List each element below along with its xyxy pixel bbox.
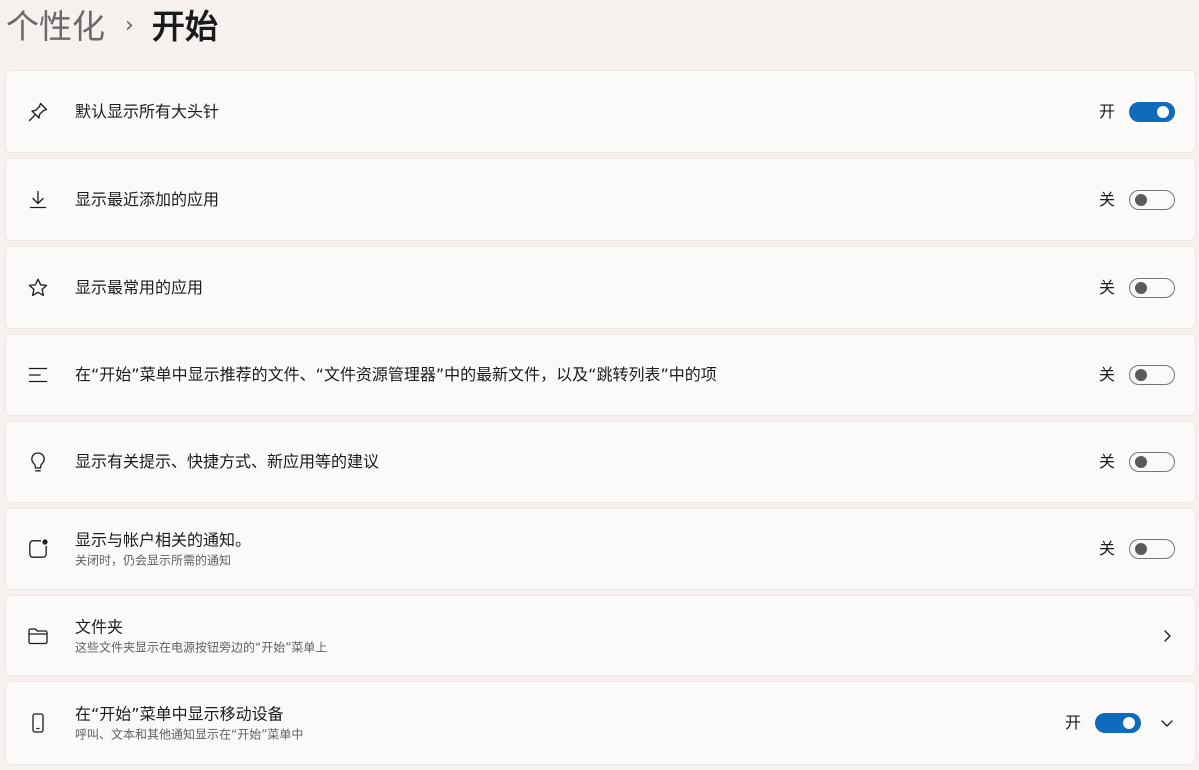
setting-control: 关 <box>1099 538 1175 560</box>
setting-row-suggestions[interactable]: 显示有关提示、快捷方式、新应用等的建议 关 <box>5 421 1196 503</box>
pin-icon <box>26 100 50 124</box>
setting-title: 在“开始”菜单中显示推荐的文件、“文件资源管理器”中的最新文件，以及“跳转列表”… <box>75 365 717 384</box>
lightbulb-icon <box>26 450 50 474</box>
toggle-knob <box>1123 717 1135 729</box>
list-lines-icon <box>26 363 50 387</box>
toggle-switch[interactable] <box>1129 452 1175 472</box>
phone-icon <box>26 711 50 735</box>
setting-text: 显示有关提示、快捷方式、新应用等的建议 <box>75 451 379 473</box>
setting-subtitle: 呼叫、文本和其他通知显示在“开始”菜单中 <box>75 727 304 742</box>
download-icon <box>26 188 50 212</box>
setting-title: 显示最常用的应用 <box>75 277 204 297</box>
setting-title: 默认显示所有大头针 <box>75 101 220 121</box>
toggle-state-label: 开 <box>1064 713 1081 732</box>
setting-control: 开 <box>1099 101 1175 123</box>
toggle-state-label: 关 <box>1098 365 1115 384</box>
toggle-knob <box>1157 105 1169 118</box>
toggle-knob <box>1135 456 1147 468</box>
setting-title: 显示最近添加的应用 <box>75 189 220 209</box>
setting-row-mobile-device[interactable]: 在“开始”菜单中显示移动设备 呼叫、文本和其他通知显示在“开始”菜单中 开 <box>5 681 1196 765</box>
toggle-switch[interactable] <box>1129 539 1175 559</box>
setting-title: 文件夹 <box>75 617 124 636</box>
setting-control <box>1159 628 1175 644</box>
setting-text: 在“开始”菜单中显示移动设备 呼叫、文本和其他通知显示在“开始”菜单中 <box>75 704 303 743</box>
setting-title: 在“开始”菜单中显示移动设备 <box>75 704 284 724</box>
chevron-down-icon <box>1159 715 1175 731</box>
page-title: 开始 <box>151 7 218 46</box>
toggle-state-label: 关 <box>1098 189 1115 209</box>
setting-title: 显示与帐户相关的通知。 <box>75 530 252 550</box>
breadcrumb: 个性化 › 开始 <box>6 4 218 50</box>
toggle-switch[interactable] <box>1129 101 1175 122</box>
setting-text: 在“开始”菜单中显示推荐的文件、“文件资源管理器”中的最新文件，以及“跳转列表”… <box>75 364 717 386</box>
setting-control: 关 <box>1099 277 1175 299</box>
setting-subtitle: 这些文件夹显示在电源按钮旁边的“开始”菜单上 <box>75 640 328 654</box>
toggle-switch[interactable] <box>1129 277 1175 298</box>
setting-row-recommended-files[interactable]: 在“开始”菜单中显示推荐的文件、“文件资源管理器”中的最新文件，以及“跳转列表”… <box>5 334 1196 416</box>
setting-control: 关 <box>1099 364 1175 386</box>
setting-row-most-used-apps[interactable]: 显示最常用的应用 关 <box>5 246 1196 329</box>
setting-row-show-all-pins[interactable]: 默认显示所有大头针 开 <box>5 70 1196 153</box>
setting-row-account-notifications[interactable]: 显示与帐户相关的通知。 关闭时，仍会显示所需的通知 关 <box>5 508 1196 590</box>
toggle-state-label: 开 <box>1098 101 1115 121</box>
setting-text: 默认显示所有大头针 <box>75 101 219 123</box>
setting-control: 开 <box>1065 712 1175 734</box>
setting-text: 显示最近添加的应用 <box>75 189 219 211</box>
toggle-switch[interactable] <box>1129 365 1175 385</box>
toggle-knob <box>1135 543 1147 555</box>
setting-row-folders[interactable]: 文件夹 这些文件夹显示在电源按钮旁边的“开始”菜单上 <box>5 595 1196 676</box>
toggle-state-label: 关 <box>1098 539 1115 558</box>
toggle-knob <box>1135 281 1147 294</box>
chevron-right-icon[interactable] <box>1159 628 1175 644</box>
toggle-switch[interactable] <box>1129 189 1175 210</box>
setting-text: 显示与帐户相关的通知。 关闭时，仍会显示所需的通知 <box>75 530 251 569</box>
setting-text: 显示最常用的应用 <box>75 277 203 299</box>
toggle-state-label: 关 <box>1098 452 1115 471</box>
setting-subtitle: 关闭时，仍会显示所需的通知 <box>75 553 232 568</box>
toggle-knob <box>1135 193 1147 206</box>
toggle-knob <box>1135 369 1147 381</box>
toggle-switch[interactable] <box>1095 713 1141 733</box>
breadcrumb-separator: › <box>125 13 134 38</box>
folder-icon <box>26 624 50 648</box>
setting-control: 关 <box>1099 451 1175 473</box>
setting-row-recent-apps[interactable]: 显示最近添加的应用 关 <box>5 158 1196 241</box>
setting-text: 文件夹 这些文件夹显示在电源按钮旁边的“开始”菜单上 <box>75 616 327 655</box>
settings-list: 默认显示所有大头针 开 显示最近添加的应用 关 显示最常用的应用 关 在“开始”… <box>5 70 1196 770</box>
expand-button[interactable] <box>1159 715 1175 731</box>
star-icon <box>26 276 50 300</box>
breadcrumb-parent[interactable]: 个性化 <box>6 4 105 50</box>
toggle-state-label: 关 <box>1098 277 1115 297</box>
setting-title: 显示有关提示、快捷方式、新应用等的建议 <box>75 452 380 471</box>
notification-badge-icon <box>26 537 50 561</box>
setting-control: 关 <box>1099 189 1175 211</box>
